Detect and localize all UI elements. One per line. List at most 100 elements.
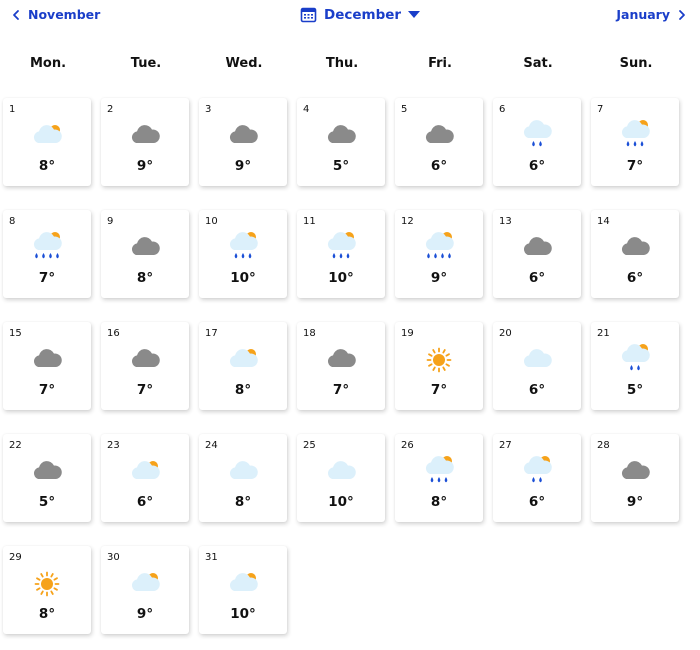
day-cell[interactable]: 7 7° <box>591 98 679 186</box>
day-cell[interactable]: 17 8° <box>199 322 287 410</box>
weather-icon-container <box>323 456 359 488</box>
temperature: 8° <box>38 158 56 174</box>
weather-icon-container <box>617 344 653 376</box>
weather-icon-container <box>519 120 555 152</box>
day-cell[interactable]: 31 10° <box>199 546 287 634</box>
cloud-icon <box>131 125 160 143</box>
day-number: 30 <box>107 552 120 563</box>
day-cell[interactable]: 29 8° <box>3 546 91 634</box>
day-cell[interactable]: 24 8° <box>199 434 287 522</box>
day-cell[interactable]: 14 6° <box>591 210 679 298</box>
day-cell[interactable]: 28 9° <box>591 434 679 522</box>
temperature: 9° <box>626 494 644 510</box>
day-number: 21 <box>597 328 610 339</box>
day-cell[interactable]: 15 7° <box>3 322 91 410</box>
partly-cloudy-rain-icon <box>621 120 650 147</box>
cloud-icon <box>229 125 258 143</box>
day-cell[interactable]: 4 5° <box>297 98 385 186</box>
temperature: 9° <box>234 158 252 174</box>
day-cell[interactable]: 25 10° <box>297 434 385 522</box>
day-cell[interactable]: 26 8° <box>395 434 483 522</box>
day-cell[interactable]: 6 6° <box>493 98 581 186</box>
day-number: 7 <box>597 104 604 115</box>
day-number: 1 <box>9 104 16 115</box>
day-cell[interactable]: 18 7° <box>297 322 385 410</box>
day-number: 3 <box>205 104 212 115</box>
weather-icon-container <box>323 232 359 264</box>
weather-icon-container <box>519 456 555 488</box>
day-cell[interactable]: 10 10° <box>199 210 287 298</box>
day-cell[interactable]: 27 6° <box>493 434 581 522</box>
day-cell[interactable]: 9 8° <box>101 210 189 298</box>
day-number: 19 <box>401 328 414 339</box>
temperature: 7° <box>332 382 350 398</box>
weather-icon-container <box>127 456 163 488</box>
temperature: 6° <box>528 382 546 398</box>
cloud-icon <box>33 349 62 367</box>
day-number: 5 <box>401 104 408 115</box>
day-cell[interactable]: 12 9° <box>395 210 483 298</box>
temperature: 8° <box>38 606 56 622</box>
day-number: 4 <box>303 104 310 115</box>
temperature: 8° <box>136 270 154 286</box>
day-cell[interactable]: 2 9° <box>101 98 189 186</box>
day-number: 31 <box>205 552 218 563</box>
light-rain-icon <box>523 120 552 147</box>
temperature: 10° <box>230 606 256 622</box>
calendar-grid: 1 8° 2 9° 3 9° 4 5° 5 6° 6 6° 7 7° 8 7° 9 8° 10 10° 11 10° 12 9… <box>0 0 700 650</box>
partly-cloudy-light-rain-icon <box>523 456 552 483</box>
weather-icon-container <box>617 120 653 152</box>
day-cell[interactable]: 8 7° <box>3 210 91 298</box>
day-cell[interactable]: 21 5° <box>591 322 679 410</box>
temperature: 6° <box>528 270 546 286</box>
day-number: 28 <box>597 440 610 451</box>
day-cell[interactable]: 1 8° <box>3 98 91 186</box>
day-number: 24 <box>205 440 218 451</box>
day-cell[interactable]: 13 6° <box>493 210 581 298</box>
temperature: 6° <box>528 494 546 510</box>
temperature: 8° <box>234 382 252 398</box>
day-number: 2 <box>107 104 114 115</box>
weather-icon-container <box>225 456 261 488</box>
sun-icon <box>34 571 60 597</box>
day-cell[interactable]: 5 6° <box>395 98 483 186</box>
day-number: 8 <box>9 216 16 227</box>
day-cell[interactable]: 20 6° <box>493 322 581 410</box>
day-number: 11 <box>303 216 316 227</box>
weather-icon-container <box>225 120 261 152</box>
day-cell[interactable]: 16 7° <box>101 322 189 410</box>
partly-cloudy-heavy-rain-icon <box>425 232 454 259</box>
temperature: 9° <box>136 606 154 622</box>
partly-cloudy-rain-icon <box>327 232 356 259</box>
temperature: 7° <box>626 158 644 174</box>
day-number: 25 <box>303 440 316 451</box>
partly-cloudy-icon <box>131 573 160 591</box>
weather-icon-container <box>127 568 163 600</box>
day-number: 10 <box>205 216 218 227</box>
day-cell[interactable]: 30 9° <box>101 546 189 634</box>
day-cell[interactable]: 3 9° <box>199 98 287 186</box>
day-number: 18 <box>303 328 316 339</box>
partly-cloudy-icon <box>229 573 258 591</box>
day-number: 22 <box>9 440 22 451</box>
weather-icon-container <box>127 232 163 264</box>
day-cell[interactable]: 19 7° <box>395 322 483 410</box>
partly-cloudy-icon <box>229 349 258 367</box>
temperature: 10° <box>230 270 256 286</box>
weather-icon-container <box>323 120 359 152</box>
weather-icon-container <box>225 568 261 600</box>
day-cell[interactable]: 22 5° <box>3 434 91 522</box>
day-number: 14 <box>597 216 610 227</box>
day-cell[interactable]: 23 6° <box>101 434 189 522</box>
cloud-icon <box>523 237 552 255</box>
day-cell[interactable]: 11 10° <box>297 210 385 298</box>
temperature: 7° <box>38 382 56 398</box>
temperature: 6° <box>430 158 448 174</box>
temperature: 8° <box>430 494 448 510</box>
temperature: 5° <box>38 494 56 510</box>
cloud-icon <box>327 125 356 143</box>
day-number: 29 <box>9 552 22 563</box>
temperature: 10° <box>328 270 354 286</box>
temperature: 7° <box>136 382 154 398</box>
day-number: 9 <box>107 216 114 227</box>
